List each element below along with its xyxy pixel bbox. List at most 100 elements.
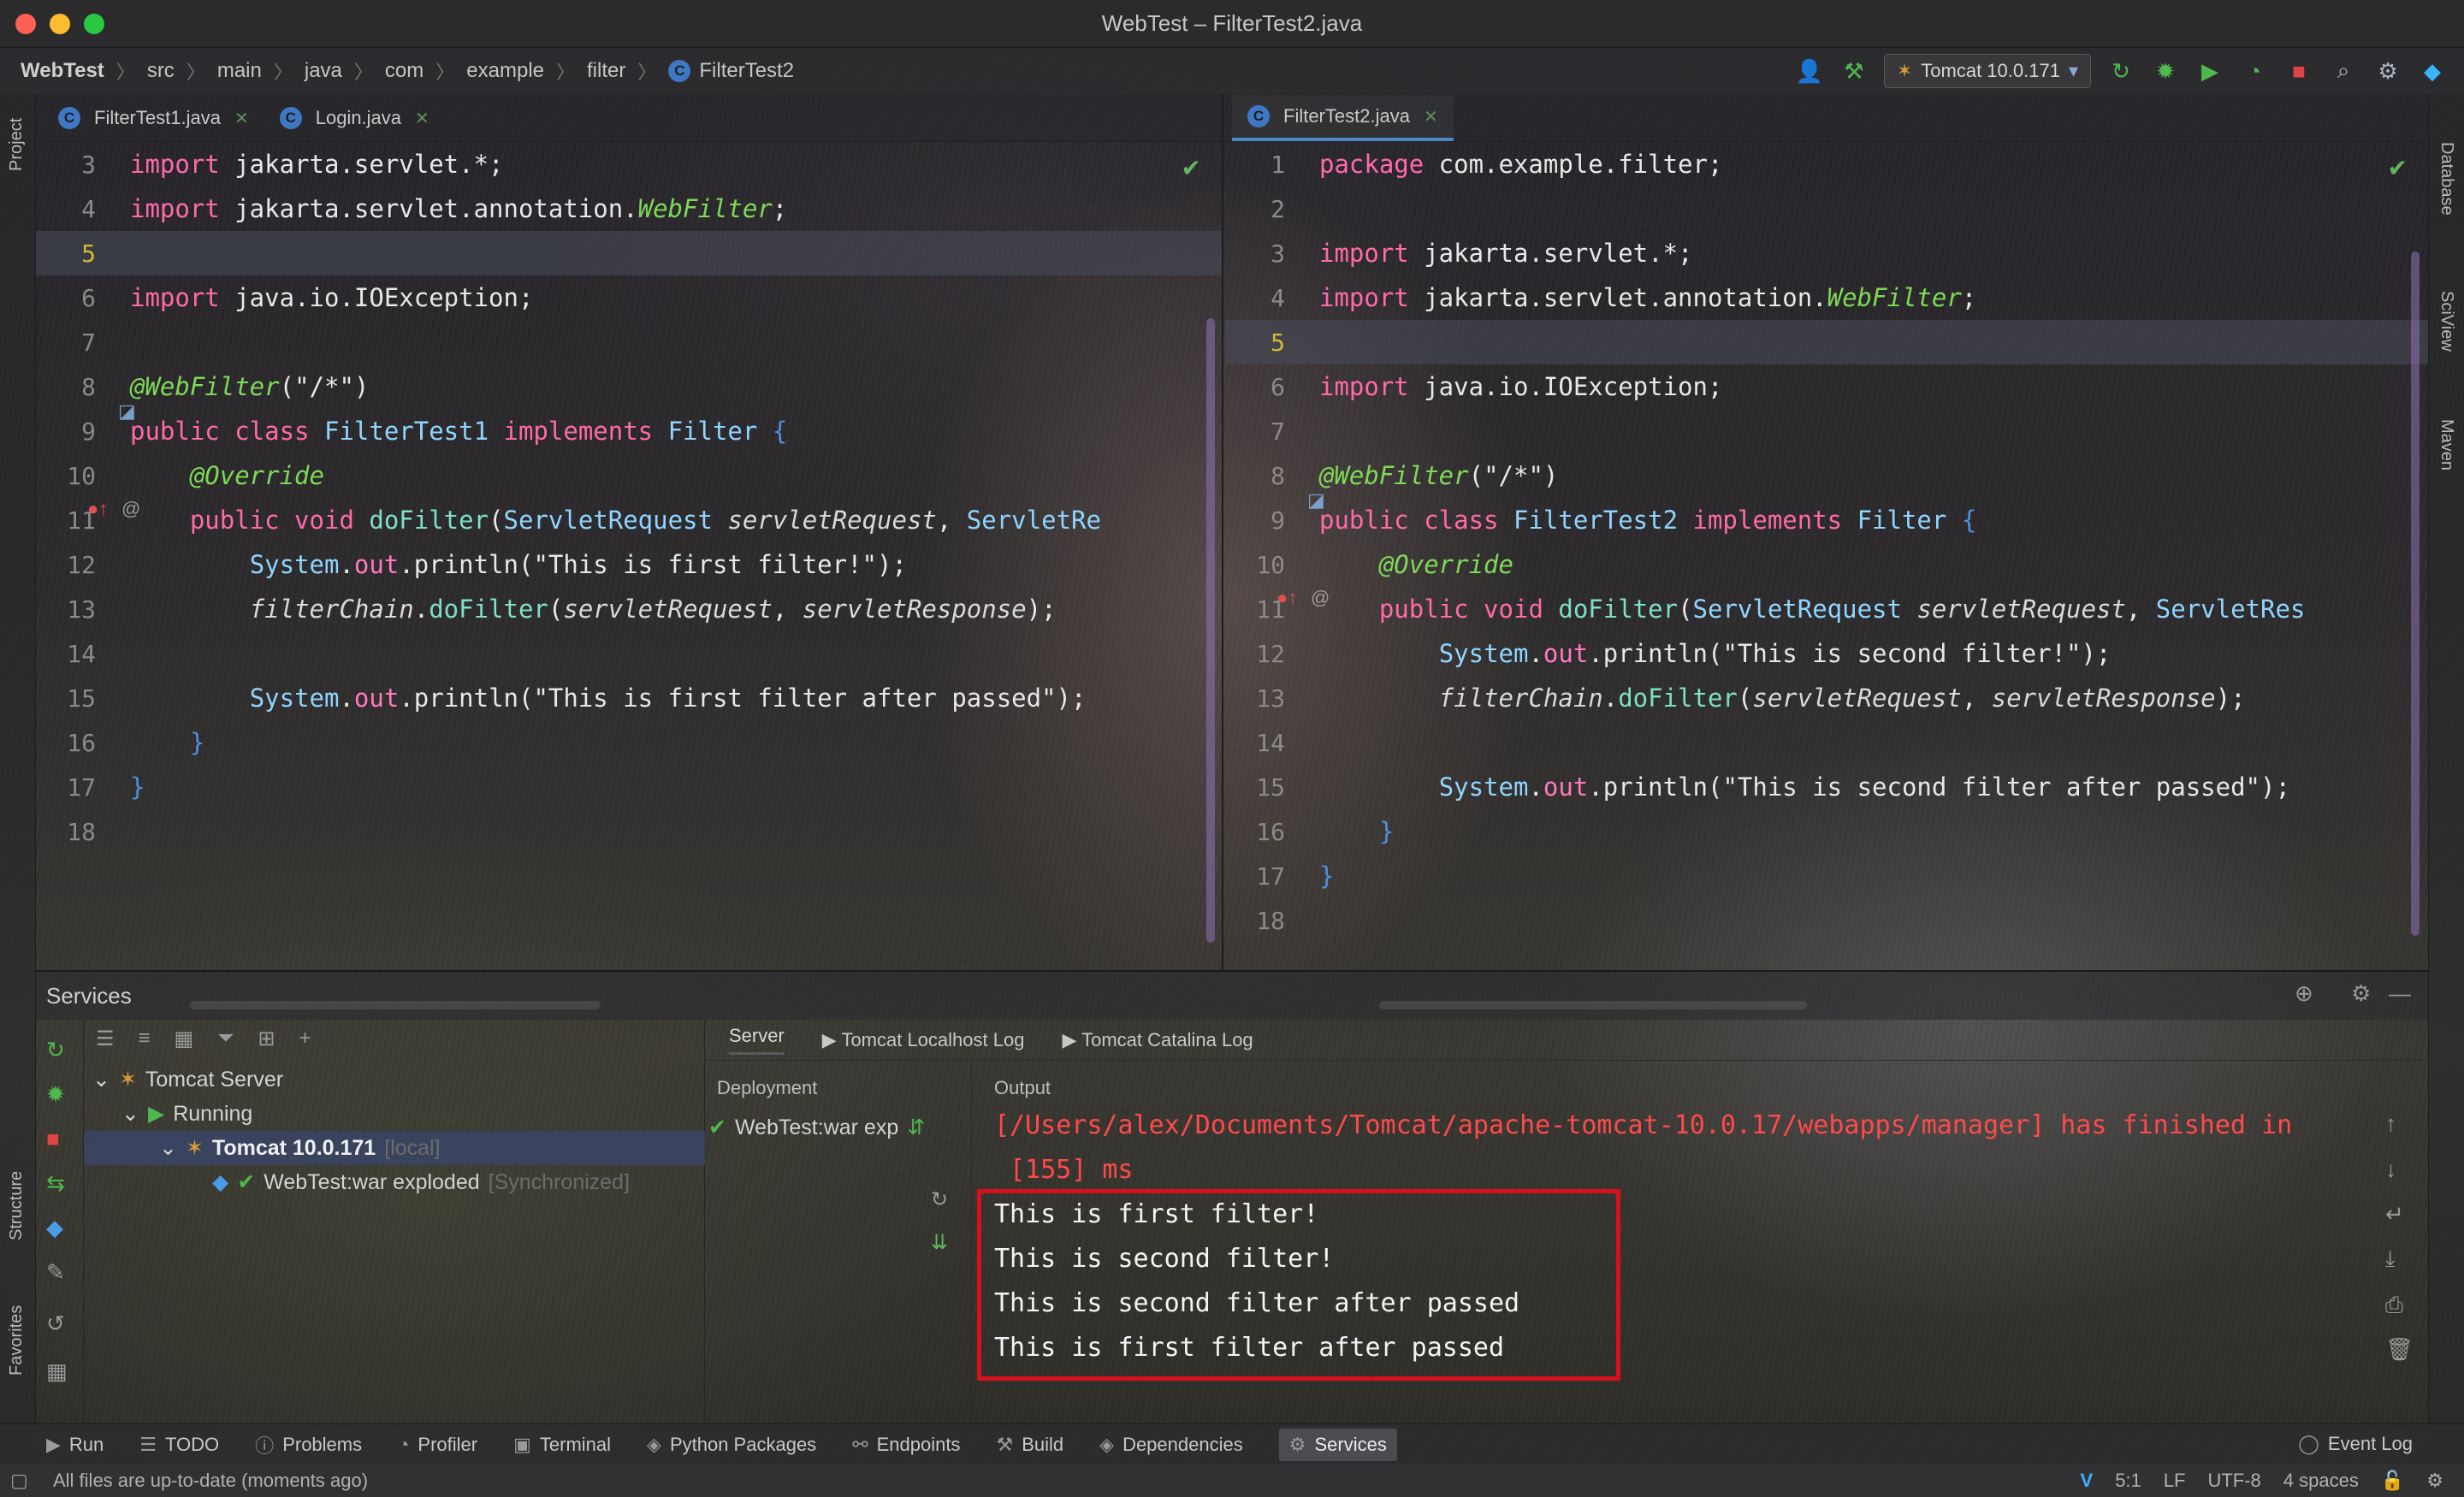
rerun-icon[interactable]: ↻ [2106, 56, 2135, 86]
tab-filtertest2[interactable]: C FilterTest2.java ✕ [1232, 95, 1454, 141]
tab-filtertest1[interactable]: C FilterTest1.java ✕ [43, 95, 264, 141]
tree-node-artifact[interactable]: ◆ ✔ WebTest:war exploded [Synchronized] [212, 1165, 630, 1199]
tree-node-tomcat-server[interactable]: ⌄ ✶ Tomcat Server [92, 1062, 283, 1097]
user-icon[interactable]: 👤 [1795, 56, 1824, 86]
collapse-all-icon[interactable]: ≡ [139, 1027, 151, 1050]
code-line: import jakarta.servlet.*; [1319, 239, 1693, 268]
vcs-check-icon[interactable]: V [2081, 1470, 2094, 1492]
tool-window-bar: ▶ Run ☰ TODO ⓘ Problems ◔ Profiler ▣ Terminal… [0, 1423, 2464, 1464]
indent-setting[interactable]: 4 spaces [2283, 1470, 2359, 1492]
stop-icon[interactable]: ■ [46, 1126, 60, 1152]
scroll-to-end-icon[interactable]: ⤓ [2385, 1246, 2396, 1273]
deploy-icon[interactable]: ⇵ [907, 1115, 925, 1140]
breadcrumb-example[interactable]: example [466, 59, 544, 83]
gear-icon[interactable]: ⚙ [2351, 980, 2371, 1007]
breadcrumb-src[interactable]: src [147, 59, 175, 83]
memory-icon[interactable]: ⚙ [2426, 1470, 2443, 1492]
code-line: import java.io.IOException; [1319, 372, 1723, 401]
chevron-down-icon: ▾ [2068, 60, 2078, 81]
run-configuration-select[interactable]: ✶ Tomcat 10.0.171 ▾ [1883, 54, 2091, 88]
dependencies-icon: ◈ [1099, 1433, 1115, 1455]
jetbrains-toolbox-icon[interactable]: ◆ [2418, 56, 2447, 86]
output-console[interactable]: Output [/Users/alex/Documents/Tomcat/apa… [972, 1068, 2428, 1425]
lock-icon[interactable]: 🔓 [2381, 1470, 2404, 1492]
file-encoding[interactable]: UTF-8 [2207, 1470, 2260, 1492]
vertical-scrollbar[interactable] [1206, 318, 1215, 943]
tool-dependencies[interactable]: ◈ Dependencies [1099, 1434, 1243, 1456]
soft-wrap-icon[interactable]: ↵ [2385, 1201, 2404, 1228]
tree-node-running[interactable]: ⌄ ▶ Running [121, 1097, 252, 1131]
tab-server[interactable]: Server [729, 1025, 785, 1055]
deploy-all-icon[interactable]: ⇊ [931, 1230, 948, 1255]
breadcrumb-project[interactable]: WebTest [21, 59, 104, 83]
tool-event-log[interactable]: ◯ Event Log [2298, 1433, 2413, 1455]
tab-tomcat-catalina-log[interactable]: ▶ Tomcat Catalina Log [1062, 1029, 1253, 1051]
layout-icon[interactable]: ▦ [46, 1358, 68, 1385]
vertical-scrollbar[interactable] [2411, 251, 2420, 936]
debug-icon[interactable]: ✹ [46, 1081, 65, 1108]
caret-position[interactable]: 5:1 [2115, 1470, 2141, 1492]
stop-icon[interactable]: ■ [2284, 56, 2313, 86]
sciview-tool-button[interactable]: SciView [2437, 291, 2456, 352]
tool-services[interactable]: ⚙ Services [1278, 1428, 1397, 1461]
tool-todo[interactable]: ☰ TODO [139, 1434, 219, 1456]
scroll-up-icon[interactable]: ↑ [2385, 1110, 2396, 1137]
tool-endpoints[interactable]: ⚯ Endpoints [852, 1434, 960, 1456]
print-icon[interactable]: ⎙ [2385, 1292, 2403, 1319]
debug-icon[interactable]: ✹ [2151, 56, 2180, 86]
gear-icon[interactable]: ⚙ [2373, 56, 2402, 86]
zoom-window-button[interactable] [84, 14, 104, 34]
wrench-icon[interactable]: ✎ [46, 1259, 65, 1286]
project-tool-button[interactable]: Project [7, 118, 27, 171]
breadcrumb-filter[interactable]: filter [587, 59, 625, 83]
artifact-icon[interactable]: ◆ [46, 1215, 63, 1241]
tool-python-packages[interactable]: ◈ Python Packages [647, 1434, 816, 1456]
code-area-left[interactable]: ✔ ◪ ●↑ @ 3 import jakarta.servlet.*; 4 imp… [36, 142, 1222, 1009]
tool-terminal[interactable]: ▣ Terminal [513, 1434, 611, 1456]
close-tab-icon[interactable]: ✕ [234, 108, 249, 129]
tool-profiler[interactable]: ◔ Profiler [398, 1434, 477, 1456]
profiler-icon[interactable]: ◔ [2240, 56, 2269, 86]
build-hammer-icon[interactable]: ⚒ [1839, 56, 1869, 86]
database-tool-button[interactable]: Database [2437, 142, 2456, 216]
refresh-icon[interactable]: ↺ [46, 1311, 65, 1337]
deploy-icon[interactable]: ⇆ [46, 1170, 65, 1197]
tree-node-tomcat-instance[interactable]: ⌄ ✶ Tomcat 10.0.171 [local] [84, 1131, 705, 1165]
services-panel: Services ⊕ ⚙ — ↻ ✹ ■ ⇆ ◆ ✎ ↺ ▦ ☰ ≡ ▦ ⏷ ⊞… [36, 970, 2428, 1425]
breadcrumb-java[interactable]: java [305, 59, 342, 83]
run-with-coverage-icon[interactable]: ▶ [2195, 56, 2224, 86]
minimize-window-button[interactable] [50, 14, 70, 34]
line-separator[interactable]: LF [2164, 1470, 2186, 1492]
favorites-tool-button[interactable]: Favorites [7, 1305, 27, 1376]
packages-icon: ◈ [647, 1433, 661, 1455]
add-service-icon[interactable]: + [299, 1027, 311, 1050]
close-window-button[interactable] [15, 14, 36, 34]
breadcrumb-main[interactable]: main [217, 59, 262, 83]
group-by-icon[interactable]: ▦ [175, 1027, 194, 1051]
artifact-icon: ◆ [212, 1170, 229, 1194]
tab-login[interactable]: C Login.java ✕ [264, 95, 445, 141]
search-icon[interactable]: ⌕ [2329, 56, 2358, 86]
crosshair-icon[interactable]: ⊕ [2295, 980, 2313, 1007]
deployment-item[interactable]: ✔ WebTest:war exp ⇵ [708, 1110, 925, 1145]
tool-build[interactable]: ⚒ Build [996, 1434, 1063, 1456]
breadcrumb-class[interactable]: FilterTest2 [699, 59, 794, 83]
close-tab-icon[interactable]: ✕ [1424, 106, 1438, 127]
breadcrumb-com[interactable]: com [385, 59, 424, 83]
maven-tool-button[interactable]: Maven [2437, 419, 2456, 470]
trash-icon[interactable]: 🗑 [2385, 1336, 2414, 1363]
rerun-icon[interactable]: ↻ [46, 1037, 65, 1063]
tool-windows-toggle-icon[interactable]: ▢ [10, 1470, 28, 1492]
scroll-down-icon[interactable]: ↓ [2385, 1157, 2396, 1183]
structure-tool-button[interactable]: Structure [7, 1171, 27, 1240]
refresh-icon[interactable]: ↻ [931, 1187, 948, 1212]
expand-all-icon[interactable]: ☰ [96, 1027, 115, 1051]
close-tab-icon[interactable]: ✕ [415, 108, 429, 129]
new-tab-icon[interactable]: ⊞ [258, 1027, 275, 1051]
tab-tomcat-localhost-log[interactable]: ▶ Tomcat Localhost Log [822, 1029, 1025, 1051]
code-area-right[interactable]: ✔ ◪ ●↑ @ 1 package com.example.filter; 2 … [1225, 142, 2428, 1009]
tool-problems[interactable]: ⓘ Problems [255, 1431, 362, 1459]
filter-icon[interactable]: ⏷ [217, 1027, 234, 1050]
tool-run[interactable]: ▶ Run [46, 1434, 104, 1456]
minimize-icon[interactable]: — [2389, 980, 2411, 1007]
